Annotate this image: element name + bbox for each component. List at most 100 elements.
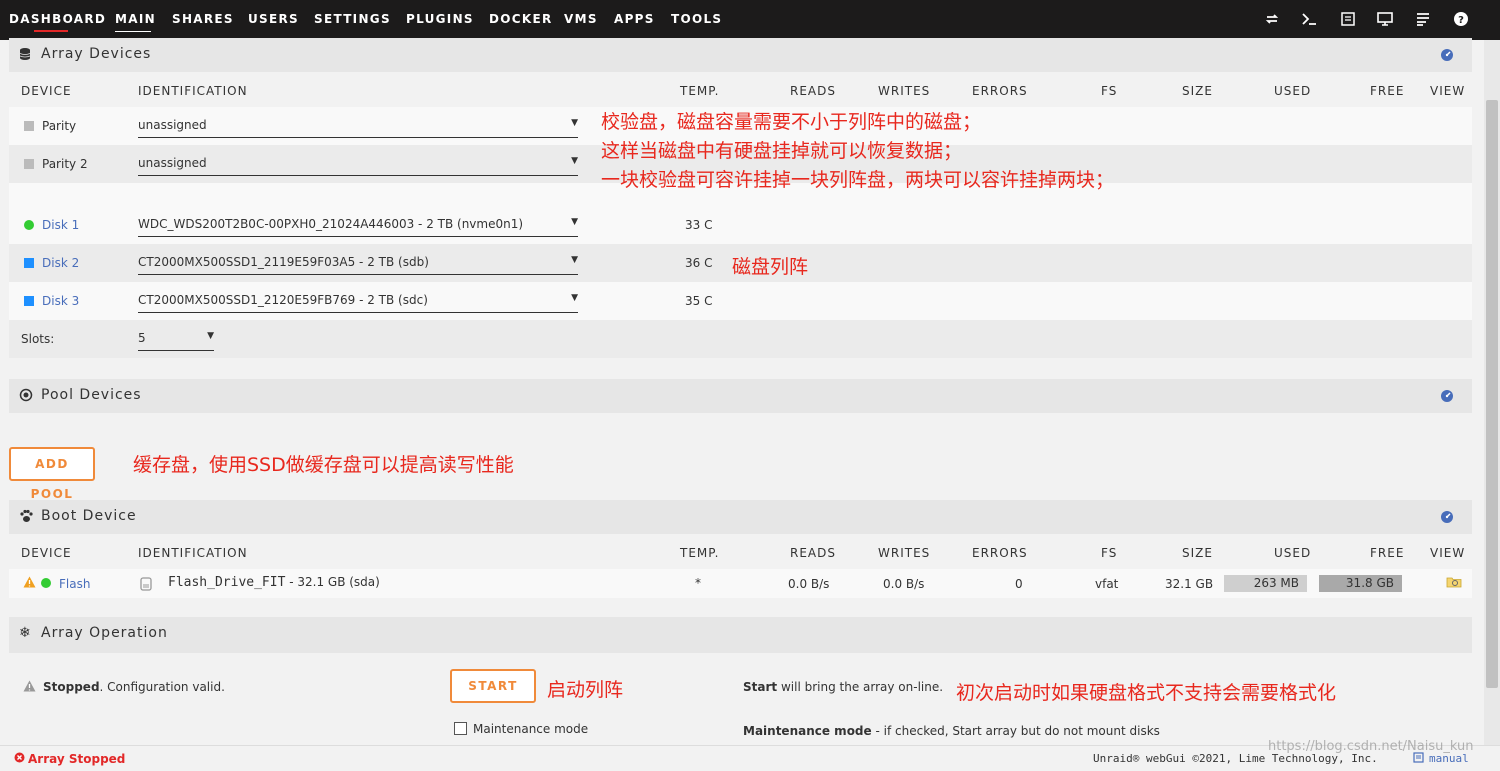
array-devices-header: Array Devices — [9, 38, 1472, 72]
warning-grey-icon — [23, 680, 36, 695]
col-used: USED — [1274, 84, 1312, 98]
snowflake-icon: ❄ — [19, 625, 31, 641]
disk1-select[interactable]: WDC_WDS200T2B0C-00PXH0_21024A446003 - 2 … — [138, 214, 578, 237]
disk-temp: 35 C — [685, 294, 713, 308]
array-devices-title: Array Devices — [41, 46, 152, 62]
col-errors: ERRORS — [972, 84, 1028, 98]
status-dot-green — [24, 220, 34, 230]
boot-fs: vfat — [1095, 577, 1119, 591]
parity-annotation-2: 这样当磁盘中有硬盘挂掉就可以恢复数据； — [601, 140, 963, 162]
col-device: DEVICE — [21, 546, 72, 560]
disk3-select[interactable]: CT2000MX500SSD1_2120E59FB769 - 2 TB (sdc… — [138, 290, 578, 313]
start-button[interactable]: START — [450, 669, 536, 703]
dropdown-arrow-icon: ▼ — [571, 255, 578, 265]
col-writes: WRITES — [878, 546, 931, 560]
col-temp: TEMP. — [680, 84, 720, 98]
boot-size: 32.1 GB — [1165, 577, 1214, 591]
boot-id-detail: - 32.1 GB (sda) — [285, 575, 380, 589]
array-status-text: Stopped. Configuration valid. — [43, 680, 225, 694]
start-annotation: 启动列阵 — [547, 679, 624, 701]
status-square-blue — [24, 258, 34, 268]
slots-label: Slots: — [21, 332, 55, 346]
parity2-select-value: unassigned — [138, 156, 207, 170]
disk-link[interactable]: Disk 3 — [42, 294, 79, 308]
free-value: 31.8 GB — [1345, 576, 1394, 590]
dashboard-gauge-icon[interactable] — [1440, 510, 1454, 524]
manual-icon — [1413, 752, 1424, 766]
target-icon — [19, 388, 33, 402]
boot-device-header: Boot Device — [9, 500, 1472, 534]
boot-reads: 0.0 B/s — [788, 577, 830, 591]
array-stopped-status: Array Stopped — [28, 752, 126, 766]
footer: Array Stopped Unraid® webGui ©2021, Lime… — [0, 739, 1500, 771]
maintenance-checkbox[interactable] — [454, 722, 467, 735]
disk2-select[interactable]: CT2000MX500SSD1_2119E59F03A5 - 2 TB (sdb… — [138, 252, 578, 275]
disk-link[interactable]: Disk 1 — [42, 218, 79, 232]
slots-select-value: 5 — [138, 331, 146, 345]
parity-select-value: unassigned — [138, 118, 207, 132]
device-name: Parity — [42, 119, 77, 133]
col-size: SIZE — [1182, 546, 1213, 560]
col-view: VIEW — [1430, 84, 1466, 98]
boot-row: Flash Flash_Drive_FIT - 32.1 GB (sda) * … — [9, 569, 1472, 598]
disk-temp: 36 C — [685, 256, 713, 270]
page-scrollbar[interactable] — [1484, 40, 1500, 745]
warning-icon — [23, 576, 36, 591]
dropdown-arrow-icon: ▼ — [571, 118, 578, 128]
database-icon — [19, 47, 33, 61]
boot-id-name: Flash_Drive_FIT — [168, 575, 286, 590]
free-bar: 31.8 GB — [1319, 575, 1402, 592]
boot-device-title: Boot Device — [41, 508, 137, 524]
col-writes: WRITES — [878, 84, 931, 98]
status-square-grey — [24, 159, 34, 169]
add-pool-button[interactable]: ADD POOL — [9, 447, 95, 501]
boot-identification: Flash_Drive_FIT - 32.1 GB (sda) — [168, 575, 380, 590]
scrollbar-thumb[interactable] — [1486, 100, 1498, 688]
array-operation-header: ❄ Array Operation — [9, 617, 1472, 653]
disk-link[interactable]: Disk 2 — [42, 256, 79, 270]
parity2-select[interactable]: unassigned ▼ — [138, 153, 578, 176]
col-fs: FS — [1101, 546, 1118, 560]
device-name: Parity 2 — [42, 157, 88, 171]
col-temp: TEMP. — [680, 546, 720, 560]
col-identification: IDENTIFICATION — [138, 84, 248, 98]
parity-annotation-3: 一块校验盘可容许挂掉一块列阵盘，两块可以容许挂掉两块； — [601, 169, 1115, 191]
dashboard-gauge-icon[interactable] — [1440, 389, 1454, 403]
boot-temp: * — [695, 576, 701, 590]
disk1-select-value: WDC_WDS200T2B0C-00PXH0_21024A446003 - 2 … — [138, 217, 524, 231]
maint-help-bold: Maintenance mode — [743, 724, 872, 738]
status-square-blue — [24, 296, 34, 306]
start-help-rest: will bring the array on-line. — [777, 680, 944, 694]
col-free: FREE — [1370, 84, 1405, 98]
folder-view-icon[interactable] — [1446, 575, 1462, 592]
slots-row: Slots: 5 ▼ — [9, 320, 1472, 358]
disk-temp: 33 C — [685, 218, 713, 232]
slots-select[interactable]: 5 ▼ — [138, 328, 214, 351]
col-reads: READS — [790, 546, 836, 560]
disk-annotation: 磁盘列阵 — [732, 256, 809, 278]
table-row: Disk 3 CT2000MX500SSD1_2120E59FB769 - 2 … — [9, 282, 1472, 320]
used-value: 263 MB — [1253, 576, 1299, 590]
dashboard-gauge-icon[interactable] — [1440, 48, 1454, 62]
col-used: USED — [1274, 546, 1312, 560]
paw-icon — [19, 509, 33, 523]
format-annotation: 初次启动时如果硬盘格式不支持会需要格式化 — [956, 682, 1337, 704]
used-bar: 263 MB — [1224, 575, 1307, 592]
start-help-bold: Start — [743, 680, 778, 694]
dropdown-arrow-icon: ▼ — [571, 293, 578, 303]
parity-select[interactable]: unassigned ▼ — [138, 115, 578, 138]
dropdown-arrow-icon: ▼ — [207, 331, 214, 341]
pool-devices-title: Pool Devices — [41, 387, 142, 403]
disk2-select-value: CT2000MX500SSD1_2119E59F03A5 - 2 TB (sdb… — [138, 255, 429, 269]
table-row: Disk 1 WDC_WDS200T2B0C-00PXH0_21024A4460… — [9, 206, 1472, 244]
status-dot-green — [41, 578, 51, 588]
parity-annotation-1: 校验盘，磁盘容量需要不小于列阵中的磁盘； — [601, 111, 982, 133]
status-square-grey — [24, 121, 34, 131]
boot-errors: 0 — [1015, 577, 1023, 591]
watermark: https://blog.csdn.net/Naisu_kun — [1268, 739, 1474, 754]
disk3-select-value: CT2000MX500SSD1_2120E59FB769 - 2 TB (sdc… — [138, 293, 428, 307]
col-reads: READS — [790, 84, 836, 98]
flash-link[interactable]: Flash — [59, 577, 90, 591]
col-device: DEVICE — [21, 84, 72, 98]
status-bold: Stopped — [43, 680, 100, 694]
